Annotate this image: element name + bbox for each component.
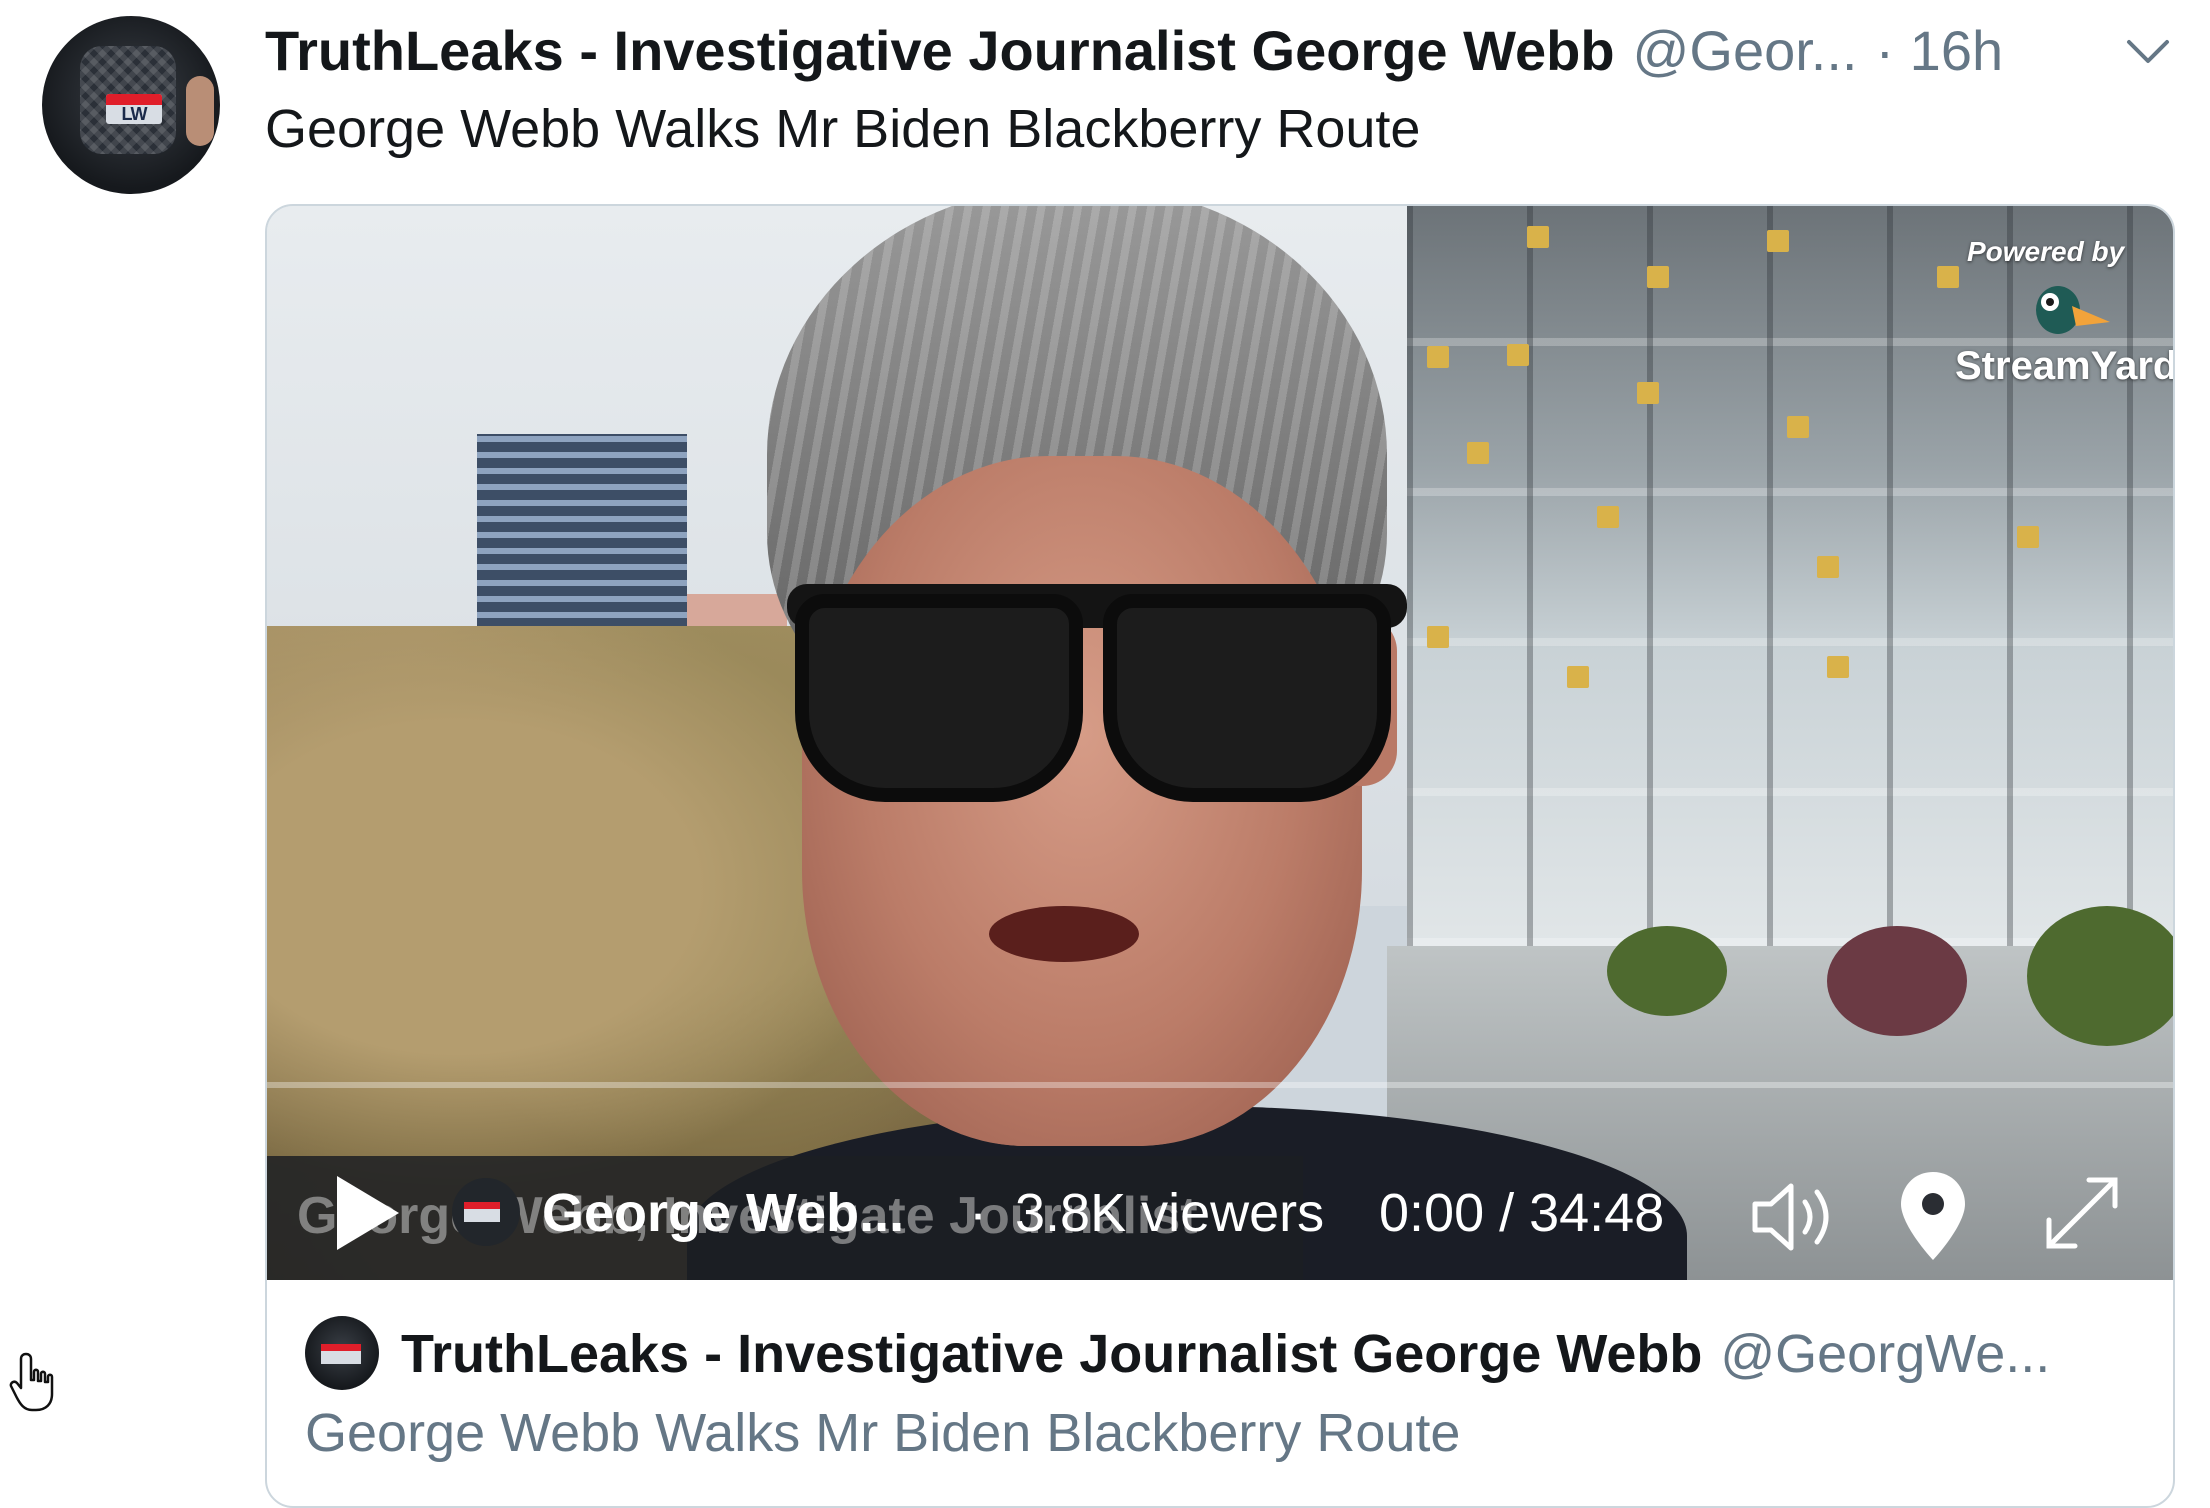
video-bush (1827, 926, 1967, 1036)
author-avatar[interactable]: LW (42, 16, 220, 194)
tweet-text: George Webb Walks Mr Biden Blackberry Ro… (265, 99, 1421, 159)
card-author-handle[interactable]: @GeorgWe... (1720, 1323, 2050, 1385)
play-icon[interactable] (327, 1168, 407, 1258)
streamyard-duck-icon (2032, 278, 2112, 346)
streamyard-brand: StreamYard (1955, 344, 2173, 388)
viewer-count: 3.8K viewers (1015, 1183, 1325, 1243)
chevron-down-icon[interactable] (2118, 22, 2178, 82)
video-player[interactable]: Powered by StreamYard George Webb, Inves… (267, 206, 2173, 1280)
tweet-timestamp[interactable]: · 16h (1875, 18, 2003, 83)
volume-icon[interactable] (1747, 1172, 1847, 1262)
video-time: 0:00 / 34:48 (1379, 1183, 1665, 1243)
card-title[interactable]: George Webb Walks Mr Biden Blackberry Ro… (305, 1402, 1460, 1464)
video-progress-bar[interactable] (267, 1082, 2173, 1088)
video-bush (2027, 906, 2173, 1046)
card-author-name[interactable]: TruthLeaks - Investigative Journalist Ge… (401, 1323, 1702, 1385)
broadcast-card[interactable]: Powered by StreamYard George Webb, Inves… (265, 204, 2175, 1508)
location-pin-icon[interactable] (1895, 1168, 1971, 1264)
video-sunglasses-lens-right (1103, 594, 1391, 802)
tweet-header: TruthLeaks - Investigative Journalist Ge… (265, 14, 2165, 86)
powered-by-label: Powered by (1967, 236, 2125, 267)
video-mouth (989, 906, 1139, 962)
broadcaster-avatar[interactable] (452, 1178, 520, 1246)
card-author-avatar[interactable] (305, 1316, 379, 1390)
broadcaster-name[interactable]: George Web... (542, 1182, 904, 1244)
controls-separator: · (969, 1183, 987, 1243)
card-author-line: TruthLeaks - Investigative Journalist Ge… (401, 1316, 2050, 1392)
video-bush (1607, 926, 1727, 1016)
fullscreen-icon[interactable] (2037, 1168, 2127, 1258)
video-sunglasses-lens-left (795, 594, 1083, 802)
hand-cursor-icon (8, 1350, 64, 1414)
author-display-name[interactable]: TruthLeaks - Investigative Journalist Ge… (265, 18, 1615, 83)
avatar-logo: LW (106, 94, 162, 124)
author-handle[interactable]: @Geor... (1633, 18, 1858, 83)
